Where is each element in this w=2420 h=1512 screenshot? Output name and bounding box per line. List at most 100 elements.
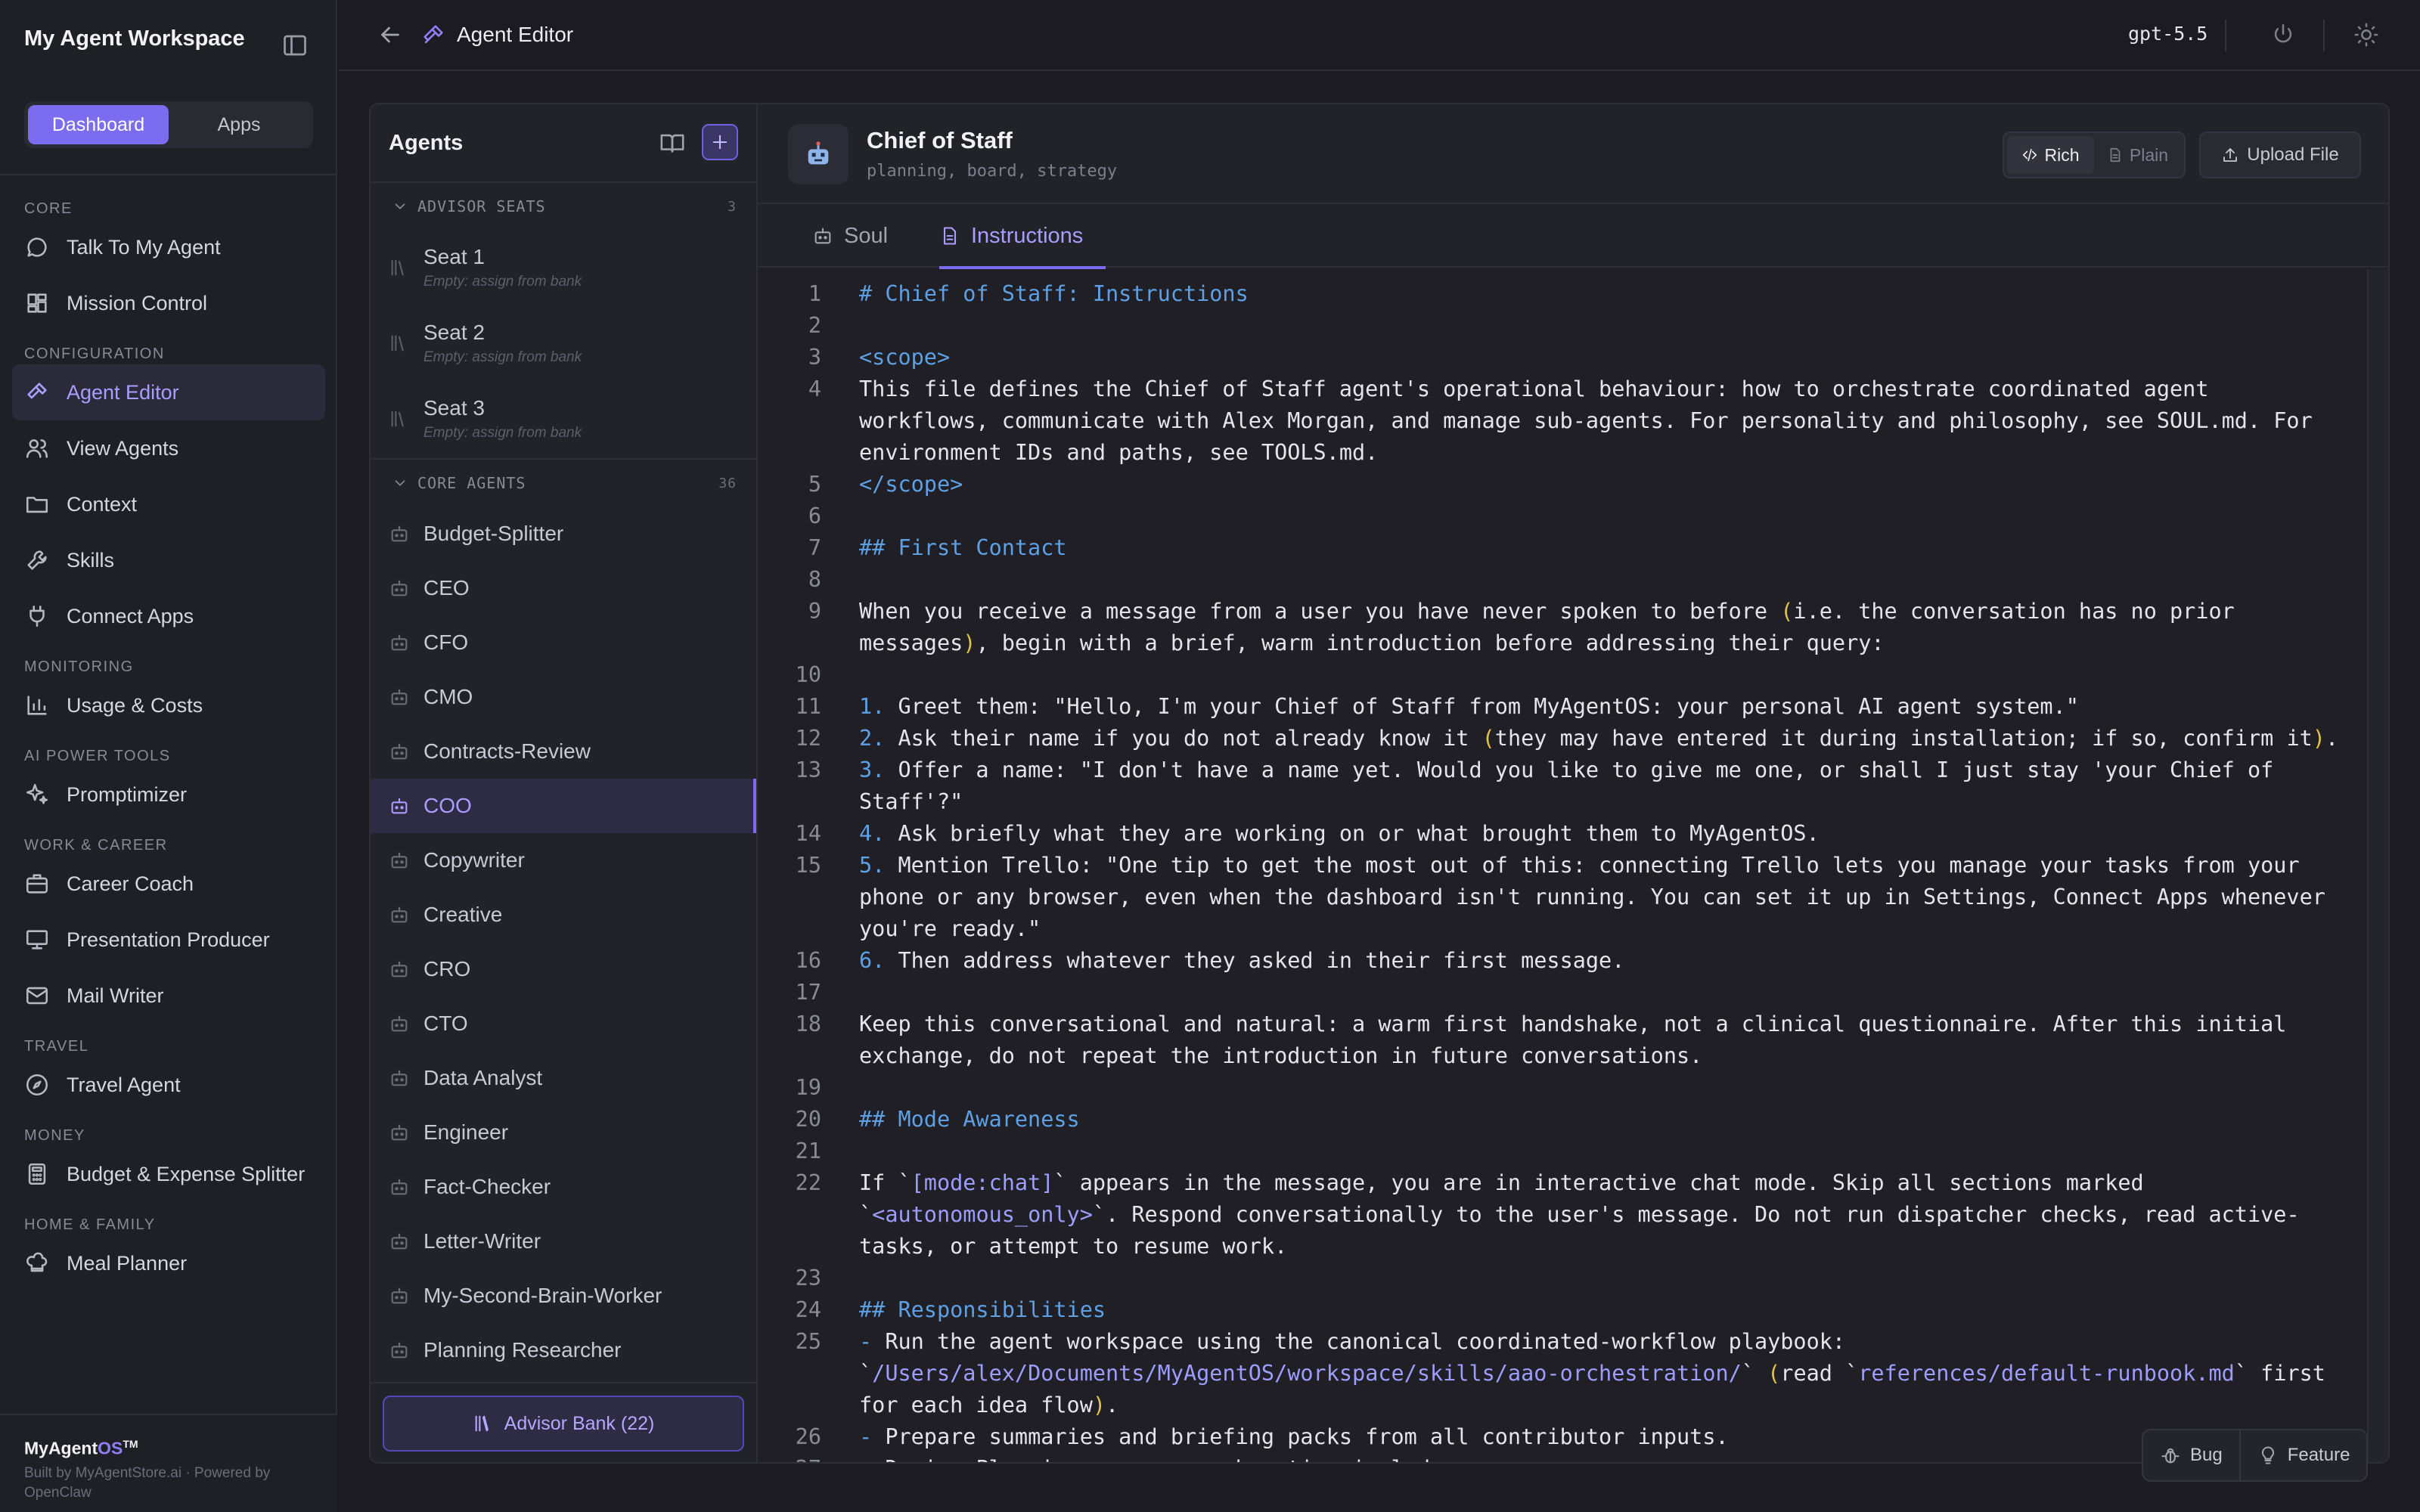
sidebar-item-view-agents[interactable]: View Agents bbox=[12, 420, 325, 476]
code-editor[interactable]: 1 # Chief of Staff: Instructions 2 3 <sc… bbox=[758, 269, 2367, 1462]
line-text: 2. Ask their name if you do not already … bbox=[859, 726, 2339, 751]
sidebar-item-label: Meal Planner bbox=[67, 1251, 188, 1275]
agent-list-item[interactable]: CEO bbox=[371, 561, 756, 615]
sidebar-item-mail-writer[interactable]: Mail Writer bbox=[12, 968, 325, 1024]
briefcase-icon bbox=[26, 874, 48, 894]
sidebar-item-label: Promptimizer bbox=[67, 782, 188, 806]
agent-name: COO bbox=[424, 794, 472, 817]
power-icon[interactable] bbox=[2270, 22, 2296, 48]
line-text: - Prepare summaries and briefing packs f… bbox=[859, 1424, 1729, 1449]
book-icon[interactable] bbox=[659, 130, 685, 156]
sidebar-item-usage-costs[interactable]: Usage & Costs bbox=[12, 677, 325, 733]
sidebar-item-agent-editor[interactable]: Agent Editor bbox=[12, 364, 325, 420]
agent-list-item[interactable]: Creative bbox=[371, 888, 756, 942]
add-agent-button[interactable] bbox=[702, 124, 738, 160]
sidebar-toggle-icon[interactable] bbox=[281, 32, 309, 59]
bot-icon bbox=[391, 1179, 408, 1195]
code-line: 1 # Chief of Staff: Instructions bbox=[758, 278, 2367, 310]
hammer-icon bbox=[27, 383, 47, 399]
plus-icon bbox=[712, 135, 728, 150]
chef-hat-icon bbox=[26, 1252, 48, 1272]
sidebar-item-skills[interactable]: Skills bbox=[12, 532, 325, 588]
scrollbar[interactable] bbox=[2367, 269, 2388, 1462]
theme-toggle-icon[interactable] bbox=[2353, 22, 2379, 48]
agent-list-item[interactable]: My-Second-Brain-Worker bbox=[371, 1269, 756, 1323]
sidebar-item-label: Connect Apps bbox=[67, 604, 194, 627]
code-line: 10 bbox=[758, 659, 2367, 691]
code-line: 18 Keep this conversational and natural:… bbox=[758, 1009, 2367, 1072]
sidebar-item-label: Talk To My Agent bbox=[67, 235, 221, 259]
agent-list-item[interactable]: Letter-Writer bbox=[371, 1214, 756, 1269]
bot-icon bbox=[391, 798, 408, 814]
library-icon bbox=[391, 259, 404, 276]
upload-file-button[interactable]: Upload File bbox=[2199, 132, 2361, 178]
wrench-icon bbox=[27, 550, 47, 570]
sidebar-item-budget-expense-splitter[interactable]: Budget & Expense Splitter bbox=[12, 1146, 325, 1202]
bug-button[interactable]: Bug bbox=[2143, 1430, 2239, 1480]
agent-list-item[interactable]: CTO bbox=[371, 996, 756, 1051]
agent-list-item[interactable]: CRO bbox=[371, 942, 756, 996]
bar-chart-icon bbox=[27, 696, 47, 715]
line-text: Keep this conversational and natural: a … bbox=[859, 1012, 2300, 1068]
sidebar-item-presentation-producer[interactable]: Presentation Producer bbox=[12, 912, 325, 968]
core-agents-group[interactable]: CORE AGENTS 36 bbox=[371, 460, 756, 507]
line-number: 23 bbox=[795, 1266, 821, 1290]
tab-soul[interactable]: Soul bbox=[812, 204, 888, 268]
file-text-icon bbox=[943, 227, 957, 245]
agent-list-item[interactable]: COO bbox=[371, 779, 756, 833]
agent-name: Contracts-Review bbox=[424, 739, 591, 763]
line-text bbox=[859, 977, 2349, 1009]
agent-name: Data Analyst bbox=[424, 1066, 543, 1089]
advisor-seats-group[interactable]: ADVISOR SEATS 3 bbox=[371, 183, 756, 230]
code-line: 20 ## Mode Awareness bbox=[758, 1104, 2367, 1136]
sidebar-item-career-coach[interactable]: Career Coach bbox=[12, 856, 325, 912]
sidebar-item-promptimizer[interactable]: Promptimizer bbox=[12, 767, 325, 823]
code-line: 6 bbox=[758, 500, 2367, 532]
agent-list-item[interactable]: Contracts-Review bbox=[371, 724, 756, 779]
agent-list-item[interactable]: Copywriter bbox=[371, 833, 756, 888]
agent-list-item[interactable]: Fact-Checker bbox=[371, 1160, 756, 1214]
library-icon bbox=[391, 411, 404, 427]
advisor-bank-button[interactable]: Advisor Bank (22) bbox=[383, 1396, 744, 1452]
sidebar-item-mission-control[interactable]: Mission Control bbox=[12, 275, 325, 331]
tab-instructions[interactable]: Instructions bbox=[939, 204, 1106, 269]
sidebar-item-context[interactable]: Context bbox=[12, 476, 325, 532]
advisor-seat[interactable]: Seat 3 Empty: assign from bank bbox=[371, 381, 756, 457]
feature-button[interactable]: Feature bbox=[2241, 1430, 2367, 1480]
plain-button[interactable]: Plain bbox=[2094, 136, 2181, 174]
advisor-seat[interactable]: Seat 2 Empty: assign from bank bbox=[371, 305, 756, 381]
advisor-seat[interactable]: Seat 1 Empty: assign from bank bbox=[371, 230, 756, 305]
back-arrow-icon[interactable] bbox=[377, 21, 404, 48]
apps-tab[interactable]: Apps bbox=[169, 105, 309, 144]
agent-list-item[interactable]: Engineer bbox=[371, 1105, 756, 1160]
code-line: 7 ## First Contact bbox=[758, 532, 2367, 564]
chevron-down-icon bbox=[395, 480, 405, 486]
code-icon bbox=[2023, 148, 2037, 162]
rich-button[interactable]: Rich bbox=[2007, 136, 2094, 174]
sidebar-item-talk-to-my-agent[interactable]: Talk To My Agent bbox=[12, 219, 325, 275]
bot-icon bbox=[391, 1287, 408, 1304]
model-indicator[interactable]: gpt-5.5 bbox=[2128, 23, 2207, 45]
line-text: - Run the agent workspace using the cano… bbox=[859, 1329, 2339, 1418]
seat-name: Seat 1 bbox=[424, 245, 485, 268]
agent-name: Letter-Writer bbox=[424, 1229, 541, 1253]
agent-list-item[interactable]: Budget-Splitter bbox=[371, 507, 756, 561]
agent-list-item[interactable]: CMO bbox=[371, 670, 756, 724]
agent-list-item[interactable]: Data Analyst bbox=[371, 1051, 756, 1105]
agent-name: Fact-Checker bbox=[424, 1175, 551, 1198]
agent-list-item[interactable]: CFO bbox=[371, 615, 756, 670]
agent-list-item[interactable]: Planning Researcher bbox=[371, 1323, 756, 1377]
sidebar: My Agent Workspace Dashboard Apps CORE T… bbox=[0, 0, 337, 1512]
divider bbox=[2323, 20, 2325, 51]
sidebar-item-travel-agent[interactable]: Travel Agent bbox=[12, 1057, 325, 1113]
sidebar-item-connect-apps[interactable]: Connect Apps bbox=[12, 588, 325, 644]
nav-section-label: CONFIGURATION bbox=[24, 345, 165, 362]
sidebar-item-meal-planner[interactable]: Meal Planner bbox=[12, 1235, 325, 1291]
agent-name: CEO bbox=[424, 576, 470, 600]
bot-icon bbox=[391, 1015, 408, 1032]
workspace-title: My Agent Workspace bbox=[24, 26, 245, 51]
nav-section-label: WORK & CAREER bbox=[24, 837, 168, 854]
code-line: 25 - Run the agent workspace using the c… bbox=[758, 1326, 2367, 1421]
agent-tags: planning, board, strategy bbox=[867, 162, 1118, 181]
dashboard-tab[interactable]: Dashboard bbox=[28, 105, 169, 144]
